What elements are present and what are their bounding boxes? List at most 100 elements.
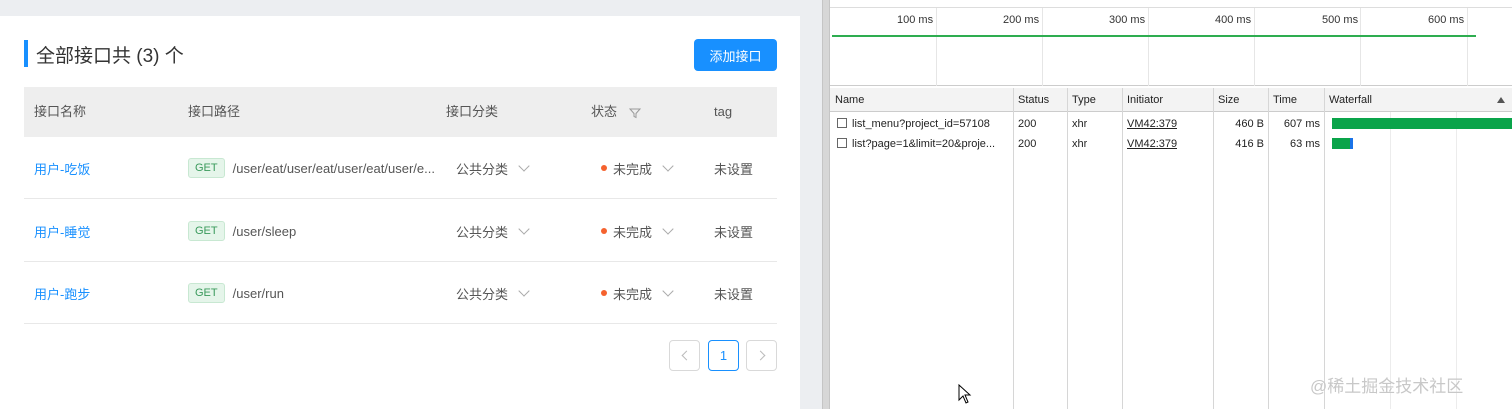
devtools-network-panel: 100 ms 200 ms 300 ms 400 ms 500 ms 600 m… bbox=[830, 0, 1512, 409]
chevron-right-icon bbox=[755, 350, 765, 361]
column-header-waterfall[interactable]: Waterfall bbox=[1329, 88, 1372, 112]
timeline-gridline bbox=[1360, 8, 1361, 86]
waterfall-bar bbox=[1332, 138, 1350, 149]
request-checkbox[interactable] bbox=[837, 138, 847, 149]
pagination-prev-button[interactable] bbox=[669, 340, 700, 371]
timeline-gridline bbox=[1467, 8, 1468, 86]
request-row[interactable]: list?page=1&limit=20&proje... 200 xhr VM… bbox=[830, 134, 1512, 154]
overview-top-strip bbox=[830, 0, 1512, 8]
status-dot bbox=[601, 228, 607, 234]
request-size: 460 B bbox=[1235, 118, 1264, 130]
chevron-down-icon bbox=[662, 223, 674, 235]
interface-name-link[interactable]: 用户-吃饭 bbox=[34, 159, 90, 178]
request-size: 416 B bbox=[1235, 138, 1264, 150]
category-select[interactable]: 公共分类 bbox=[456, 284, 530, 303]
chevron-down-icon bbox=[518, 160, 530, 172]
watermark: @稀土掘金技术社区 bbox=[1310, 377, 1464, 396]
table-row: 用户-吃饭 GET /user/eat/user/eat/user/eat/us… bbox=[24, 137, 777, 199]
column-header-name: 接口名称 bbox=[34, 104, 87, 119]
page-title: 全部接口共 (3) 个 bbox=[36, 46, 184, 67]
tag-value: 未设置 bbox=[714, 286, 754, 302]
status-value: 未完成 bbox=[613, 161, 653, 177]
waterfall-gridline bbox=[1390, 112, 1391, 409]
column-header-initiator[interactable]: Initiator bbox=[1127, 88, 1163, 112]
mouse-cursor-icon bbox=[958, 383, 972, 404]
overview-activity-line bbox=[832, 35, 1476, 37]
chevron-left-icon bbox=[681, 350, 691, 361]
status-dot bbox=[601, 165, 607, 171]
table-row: 用户-跑步 GET /user/run 公共分类 未完成 未设置 bbox=[24, 262, 777, 324]
panel-resize-handle[interactable] bbox=[822, 0, 830, 409]
request-name: list?page=1&limit=20&proje... bbox=[852, 138, 996, 150]
sort-ascending-icon[interactable] bbox=[1497, 97, 1505, 103]
category-select[interactable]: 公共分类 bbox=[456, 159, 530, 178]
request-initiator-link[interactable]: VM42:379 bbox=[1127, 118, 1177, 130]
request-type: xhr bbox=[1072, 138, 1088, 150]
request-checkbox[interactable] bbox=[837, 118, 847, 129]
interface-path: /user/eat/user/eat/user/eat/user/e... bbox=[232, 160, 435, 176]
column-header-category: 接口分类 bbox=[446, 104, 499, 119]
title-accent-bar bbox=[24, 40, 28, 67]
status-value: 未完成 bbox=[613, 224, 653, 240]
column-header-time[interactable]: Time bbox=[1273, 88, 1297, 112]
request-table-header: Name Status Type Initiator Size Time Wat… bbox=[830, 88, 1512, 112]
status-select[interactable]: 未完成 bbox=[601, 222, 674, 241]
column-header-name[interactable]: Name bbox=[835, 88, 864, 112]
category-value: 公共分类 bbox=[456, 224, 509, 240]
request-status: 200 bbox=[1018, 118, 1037, 130]
method-badge: GET bbox=[188, 283, 225, 303]
chevron-down-icon bbox=[662, 285, 674, 297]
status-select[interactable]: 未完成 bbox=[601, 284, 674, 303]
category-select[interactable]: 公共分类 bbox=[456, 222, 530, 241]
network-overview: 100 ms 200 ms 300 ms 400 ms 500 ms 600 m… bbox=[830, 0, 1512, 86]
column-header-type[interactable]: Type bbox=[1072, 88, 1096, 112]
interface-path: /user/run bbox=[232, 285, 284, 301]
tag-value: 未设置 bbox=[714, 224, 754, 240]
interface-name-link[interactable]: 用户-睡觉 bbox=[34, 222, 90, 241]
tag-value: 未设置 bbox=[714, 161, 754, 177]
column-header-tag: tag bbox=[714, 104, 733, 119]
request-status: 200 bbox=[1018, 138, 1037, 150]
method-badge: GET bbox=[188, 158, 225, 178]
timeline-gridline bbox=[936, 8, 937, 86]
category-value: 公共分类 bbox=[456, 161, 509, 177]
timeline-gridline bbox=[1254, 8, 1255, 86]
timeline-tick-label: 300 ms bbox=[1109, 14, 1146, 26]
category-value: 公共分类 bbox=[456, 286, 509, 302]
timeline-tick-label: 200 ms bbox=[1003, 14, 1040, 26]
timeline-gridline bbox=[1042, 8, 1043, 86]
waterfall-bar bbox=[1332, 118, 1512, 129]
waterfall-gridline bbox=[1456, 112, 1457, 409]
timeline-tick-label: 400 ms bbox=[1215, 14, 1252, 26]
request-time: 63 ms bbox=[1290, 138, 1320, 150]
column-header-status-label: 状态 bbox=[591, 104, 618, 119]
chevron-down-icon bbox=[662, 160, 674, 172]
column-header-path: 接口路径 bbox=[188, 104, 241, 119]
interface-path: /user/sleep bbox=[232, 223, 297, 239]
status-value: 未完成 bbox=[613, 286, 653, 302]
status-select[interactable]: 未完成 bbox=[601, 159, 674, 178]
request-initiator-link[interactable]: VM42:379 bbox=[1127, 138, 1177, 150]
chevron-down-icon bbox=[518, 285, 530, 297]
table-row: 用户-睡觉 GET /user/sleep 公共分类 未完成 未设置 bbox=[24, 200, 777, 262]
chevron-down-icon bbox=[518, 223, 530, 235]
timeline-tick-label: 600 ms bbox=[1428, 14, 1465, 26]
request-type: xhr bbox=[1072, 118, 1088, 130]
pagination-page-1[interactable]: 1 bbox=[708, 340, 739, 371]
column-header-size[interactable]: Size bbox=[1218, 88, 1239, 112]
column-header-status: 状态 bbox=[591, 87, 641, 137]
request-time: 607 ms bbox=[1283, 118, 1320, 130]
pagination-next-button[interactable] bbox=[746, 340, 777, 371]
timeline-tick-label: 500 ms bbox=[1322, 14, 1359, 26]
column-header-status[interactable]: Status bbox=[1018, 88, 1049, 112]
waterfall-bar-download bbox=[1350, 138, 1353, 149]
request-row[interactable]: list_menu?project_id=57108 200 xhr VM42:… bbox=[830, 114, 1512, 134]
filter-icon[interactable] bbox=[628, 107, 641, 119]
request-name: list_menu?project_id=57108 bbox=[852, 118, 990, 130]
interface-name-link[interactable]: 用户-跑步 bbox=[34, 284, 90, 303]
timeline-tick-label: 100 ms bbox=[897, 14, 934, 26]
add-interface-button[interactable]: 添加接口 bbox=[694, 39, 777, 71]
status-dot bbox=[601, 290, 607, 296]
timeline-gridline bbox=[1148, 8, 1149, 86]
method-badge: GET bbox=[188, 221, 225, 241]
